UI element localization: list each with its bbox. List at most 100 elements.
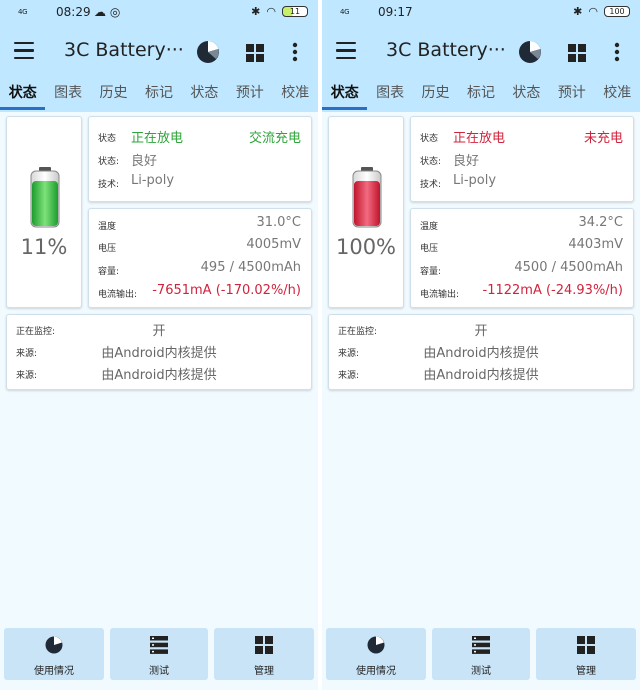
voltage-row: 电压 4005mV (89, 235, 311, 257)
voltage-label: 电压 (420, 244, 439, 254)
more-options-icon[interactable] (614, 42, 620, 62)
status-bar: 4G 08:29 ☁ ◎ ✱ ◠ 11 (0, 0, 318, 26)
status-time: 09:17 (378, 5, 413, 19)
health-value: 良好 (131, 154, 158, 169)
status-card: 状态 正在放电 交流充电 状态: 良好 技术: Li-poly (88, 116, 312, 202)
tab-estimate[interactable]: 预计 (227, 80, 272, 110)
list-icon (472, 636, 490, 654)
menu-icon[interactable] (336, 42, 356, 62)
health-label: 状态: (98, 157, 120, 167)
source-row: 来源: 由Android内核提供 (7, 340, 311, 362)
tab-status-2[interactable]: 状态 (504, 80, 549, 110)
tab-status[interactable]: 状态 (0, 80, 46, 110)
test-label: 测试 (471, 666, 491, 677)
bottom-nav: 使用情况 测试 管理 (0, 628, 318, 680)
tab-charts[interactable]: 图表 (367, 80, 412, 110)
status-label: 状态 (420, 134, 439, 144)
current-row: 电流输出: -7651mA (-170.02%/h) (89, 281, 311, 303)
usage-button[interactable]: 使用情况 (4, 628, 104, 680)
battery-icon (30, 167, 60, 228)
tab-history[interactable]: 历史 (413, 80, 458, 110)
wifi-icon: ◠ (266, 5, 276, 18)
current-value: -7651mA (-170.02%/h) (152, 283, 301, 298)
charge-mode: 未充电 (583, 131, 623, 146)
charge-mode: 交流充电 (248, 131, 301, 146)
tab-status[interactable]: 状态 (322, 80, 368, 110)
status-row: 状态 正在放电 交流充电 (89, 125, 311, 147)
current-value: -1122mA (-24.93%/h) (482, 283, 624, 298)
capacity-label: 容量: (420, 267, 442, 277)
usage-label: 使用情况 (34, 666, 74, 677)
tech-value: Li-poly (453, 173, 497, 188)
capacity-row: 容量: 495 / 4500mAh (89, 258, 311, 280)
test-button[interactable]: 测试 (432, 628, 530, 680)
tab-marks[interactable]: 标记 (136, 80, 181, 110)
tab-status-2[interactable]: 状态 (182, 80, 227, 110)
source-value: 由Android内核提供 (101, 346, 217, 361)
manage-label: 管理 (576, 666, 596, 677)
network-indicator: 4G (340, 8, 350, 16)
app-title: 3C Battery··· (386, 39, 506, 61)
capacity-row: 容量: 4500 / 4500mAh (411, 258, 633, 280)
menu-icon[interactable] (14, 42, 34, 62)
health-value: 良好 (453, 154, 480, 169)
tab-history[interactable]: 历史 (91, 80, 136, 110)
phone-screen-left: 4G 08:29 ☁ ◎ ✱ ◠ 11 3C Battery··· 状态 图表 … (0, 0, 318, 690)
tab-calibrate[interactable]: 校准 (273, 80, 318, 110)
status-battery-icon: 11 (282, 6, 308, 17)
battery-percent: 11% (20, 235, 68, 259)
source-value-2: 由Android内核提供 (423, 368, 539, 383)
monitoring-row: 正在监控: 开 (329, 318, 633, 340)
tab-bar: 状态 图表 历史 标记 状态 预计 校准 (322, 80, 640, 110)
app-header: 4G 09:17 ✱ ◠ 100 3C Battery··· 状态 图表 历史 … (322, 0, 640, 112)
list-icon (150, 636, 168, 654)
pie-chart-icon (45, 636, 63, 654)
bluetooth-icon: ✱ (573, 5, 583, 18)
usage-label: 使用情况 (356, 666, 396, 677)
tab-charts[interactable]: 图表 (45, 80, 90, 110)
current-row: 电流输出: -1122mA (-24.93%/h) (411, 281, 633, 303)
battery-level-card[interactable]: 100% (328, 116, 404, 308)
tech-row: 技术: Li-poly (411, 171, 633, 193)
source-row-2: 来源: 由Android内核提供 (7, 362, 311, 384)
tab-marks[interactable]: 标记 (458, 80, 503, 110)
status-value: 正在放电 (131, 131, 184, 146)
monitoring-value: 开 (474, 324, 488, 339)
voltage-label: 电压 (98, 244, 117, 254)
monitor-card: 正在监控: 开 来源: 由Android内核提供 来源: 由Android内核提… (328, 314, 634, 390)
status-card: 状态 正在放电 未充电 状态: 良好 技术: Li-poly (410, 116, 634, 202)
monitoring-value: 开 (152, 324, 166, 339)
source-row: 来源: 由Android内核提供 (329, 340, 633, 362)
manage-button[interactable]: 管理 (536, 628, 636, 680)
voltage-value: 4403mV (568, 237, 623, 252)
temperature-row: 温度 31.0°C (89, 213, 311, 235)
battery-level-card[interactable]: 11% (6, 116, 82, 308)
monitor-card: 正在监控: 开 来源: 由Android内核提供 来源: 由Android内核提… (6, 314, 312, 390)
grid-icon (255, 636, 273, 654)
current-label: 电流输出: (98, 290, 138, 300)
health-row: 状态: 良好 (411, 148, 633, 170)
notification-icons: ☁ ◎ (94, 5, 121, 19)
pie-chart-icon[interactable] (518, 40, 542, 64)
test-button[interactable]: 测试 (110, 628, 208, 680)
capacity-value: 4500 / 4500mAh (514, 260, 623, 275)
tab-estimate[interactable]: 预计 (549, 80, 594, 110)
voltage-value: 4005mV (246, 237, 301, 252)
status-bar: 4G 09:17 ✱ ◠ 100 (322, 0, 640, 26)
source-row-2: 来源: 由Android内核提供 (329, 362, 633, 384)
manage-button[interactable]: 管理 (214, 628, 314, 680)
pie-chart-icon[interactable] (196, 40, 220, 64)
status-icons: ✱ ◠ 100 (573, 5, 630, 18)
usage-button[interactable]: 使用情况 (326, 628, 426, 680)
grid-icon[interactable] (568, 44, 586, 62)
grid-icon[interactable] (246, 44, 264, 62)
network-indicator: 4G (18, 8, 28, 16)
phone-screen-right: 4G 09:17 ✱ ◠ 100 3C Battery··· 状态 图表 历史 … (322, 0, 640, 690)
current-label: 电流输出: (420, 290, 460, 300)
health-label: 状态: (420, 157, 442, 167)
tech-label: 技术: (98, 180, 120, 190)
toolbar: 3C Battery··· (322, 28, 640, 76)
tab-bar: 状态 图表 历史 标记 状态 预计 校准 (0, 80, 318, 110)
tab-calibrate[interactable]: 校准 (595, 80, 640, 110)
more-options-icon[interactable] (292, 42, 298, 62)
